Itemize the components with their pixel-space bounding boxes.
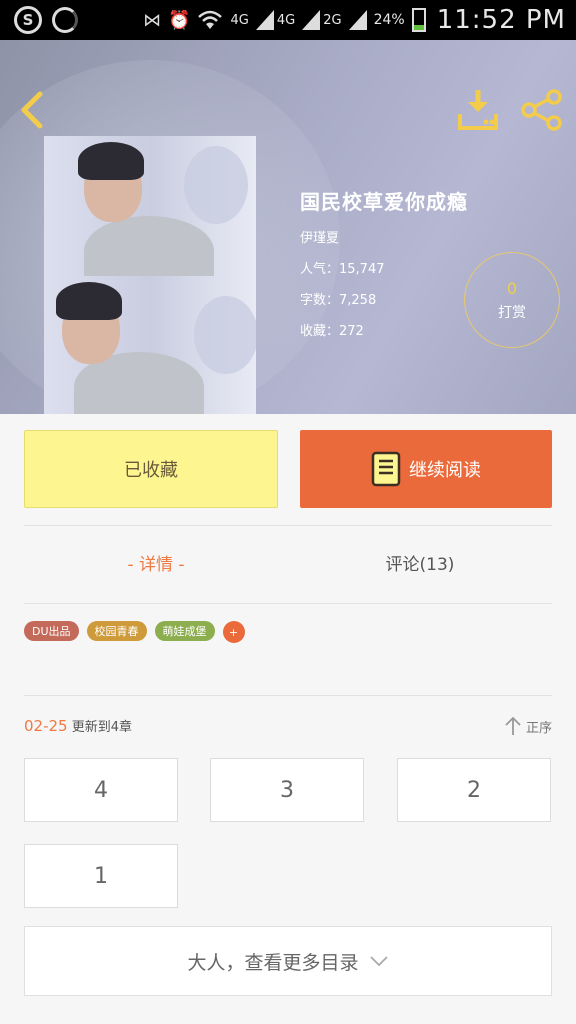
status-bar: S ⋈ ⏰ 4G 4G 2G 24% 11:52 PM: [0, 0, 576, 40]
nfc-icon: ⋈: [143, 9, 162, 31]
sogou-icon: S: [14, 6, 42, 34]
divider: [24, 603, 552, 604]
update-text: 更新到4章: [71, 720, 133, 735]
battery-percent: 24%: [373, 12, 405, 28]
chevron-down-icon: [369, 956, 388, 967]
signal-icon: [255, 10, 274, 30]
favorites-stat: 收藏：272: [300, 324, 364, 339]
wifi-icon: [198, 10, 223, 29]
tag-list: DU出品 校园青春 萌娃成堡 +: [24, 621, 245, 643]
signal-icon-2: [302, 10, 321, 30]
chapter-button[interactable]: 4: [24, 758, 178, 822]
tag-chip[interactable]: 校园青春: [86, 621, 147, 641]
book-cover-image[interactable]: [44, 136, 256, 414]
chapter-button[interactable]: 2: [397, 758, 551, 822]
tag-chip[interactable]: DU出品: [24, 621, 79, 641]
tip-label: 打赏: [498, 304, 526, 321]
chapter-button[interactable]: 3: [210, 758, 364, 822]
book-author[interactable]: 伊瑾夏: [300, 227, 468, 246]
book-title: 国民校草爱你成瘾: [300, 190, 468, 214]
sort-toggle[interactable]: 正序: [504, 716, 552, 736]
continue-reading-label: 继续阅读: [409, 460, 481, 481]
clock: 11:52 PM: [436, 5, 566, 35]
popularity-stat: 人气：15,747: [300, 262, 385, 277]
network-label-1: 4G: [230, 12, 249, 28]
tab-details[interactable]: - 详情 -: [24, 550, 288, 575]
loading-ring-icon: [52, 7, 78, 33]
alarm-icon: ⏰: [168, 9, 191, 31]
signal-icon-3: [348, 10, 367, 30]
tip-count: 0: [506, 278, 518, 298]
book-info: 国民校草爱你成瘾 伊瑾夏 人气：15,747 字数：7,258 收藏：272: [300, 186, 468, 339]
more-catalog-button[interactable]: 大人，查看更多目录: [24, 926, 552, 996]
book-icon: [371, 451, 401, 487]
update-info: 02-25 更新到4章 正序: [24, 716, 552, 738]
word-count-stat: 字数：7,258: [300, 293, 377, 308]
collected-button[interactable]: 已收藏: [24, 430, 278, 508]
sort-label: 正序: [525, 720, 552, 736]
book-header: 国民校草爱你成瘾 伊瑾夏 人气：15,747 字数：7,258 收藏：272 0…: [0, 40, 576, 414]
divider: [24, 695, 552, 696]
tag-chip[interactable]: 萌娃成堡: [154, 621, 215, 641]
chapter-button[interactable]: 1: [24, 844, 178, 908]
more-tags-button[interactable]: +: [222, 621, 245, 643]
more-catalog-label: 大人，查看更多目录: [187, 951, 359, 974]
update-date: 02-25: [24, 717, 68, 735]
download-icon[interactable]: [456, 88, 500, 132]
continue-reading-button[interactable]: 继续阅读: [300, 430, 552, 508]
divider: [24, 525, 552, 526]
network-label-3: 2G: [323, 12, 342, 28]
tip-button[interactable]: 0 打赏: [464, 252, 560, 348]
share-icon[interactable]: [520, 88, 564, 132]
collected-label: 已收藏: [124, 460, 178, 481]
arrow-up-icon: [505, 716, 521, 735]
network-label-2: 4G: [276, 12, 296, 28]
tab-comments[interactable]: 评论(13): [288, 550, 552, 575]
back-icon[interactable]: [14, 90, 50, 130]
battery-icon: [411, 8, 426, 32]
